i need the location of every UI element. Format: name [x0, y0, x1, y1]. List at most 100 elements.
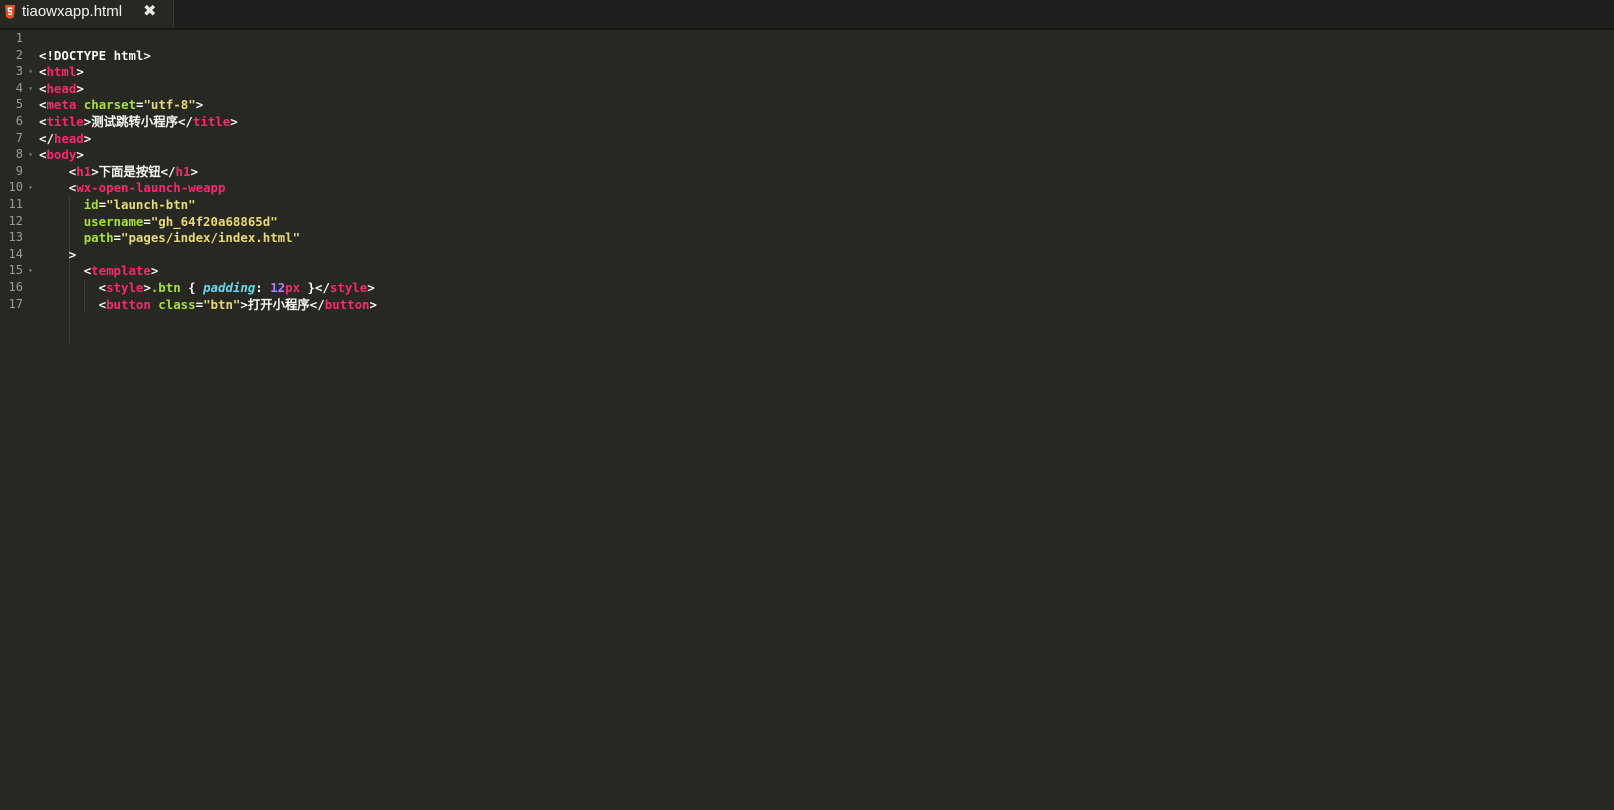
code-token: < [98, 296, 107, 312]
code-token: title [192, 114, 231, 129]
line-number: 16 [8, 280, 23, 294]
code-token: </ [39, 130, 54, 146]
code-line[interactable]: <head> [39, 80, 84, 97]
code-token: "utf-8" [143, 97, 196, 113]
fold-arrow-icon[interactable]: ▾ [26, 80, 35, 97]
line-number: 3 [15, 64, 23, 79]
line-number: 15 [8, 263, 23, 278]
code-token: >打开小程序</ [240, 296, 325, 312]
code-line[interactable]: <html> [39, 63, 84, 80]
line-number: 11 [8, 197, 23, 211]
code-line[interactable]: <!DOCTYPE html> [39, 47, 151, 64]
line-number: 13 [8, 230, 23, 245]
code-token: = [98, 197, 107, 212]
code-token: h1 [76, 163, 92, 179]
code-token: button [324, 296, 370, 312]
line-number: 17 [8, 296, 23, 311]
code-token: : [255, 280, 271, 295]
code-token: > [76, 147, 84, 163]
code-token: class [158, 296, 196, 312]
code-line[interactable]: <button class="btn">打开小程序</button> [99, 296, 377, 313]
code-line[interactable]: <h1>下面是按钮</h1> [69, 163, 198, 180]
code-line[interactable]: <title>测试跳转小程序</title> [39, 113, 238, 130]
code-token: meta [46, 97, 77, 113]
code-token: template [91, 263, 151, 279]
tab-tiaowxapp-html[interactable]: tiaowxapp.html ✖ [0, 0, 174, 28]
code-editor[interactable]: 1 2 3 ▾ 4 ▾ 5 6 7 8 ▾ 9 10 ▾ 11 12 13 14 15 ▾ 16 17 <!DOCTYPE… [0, 30, 1614, 810]
html5-icon [5, 5, 15, 19]
fold-arrow-icon[interactable]: ▾ [26, 146, 35, 163]
line-number: 1 [15, 31, 23, 45]
code-token: 12 [270, 280, 286, 295]
code-token: > [367, 280, 375, 295]
code-token: >下面是按钮</ [91, 163, 176, 179]
code-token: > [230, 114, 238, 129]
code-token: wx-open-launch-weapp [76, 180, 226, 196]
code-token: "btn" [203, 296, 241, 312]
line-number: 4 [15, 80, 23, 95]
fold-arrow-icon[interactable]: ▾ [26, 179, 35, 196]
line-number: 5 [15, 97, 23, 112]
code-token: style [106, 280, 144, 295]
code-token: head [46, 80, 77, 96]
code-token: path [83, 230, 114, 246]
code-token: { [180, 280, 204, 295]
code-token: charset [83, 97, 136, 113]
code-token: < [98, 280, 107, 295]
line-number: 10 [8, 180, 23, 195]
code-token: padding [203, 280, 256, 295]
code-line[interactable]: <body> [39, 146, 84, 163]
code-token: > [68, 246, 77, 262]
line-number: 2 [15, 47, 23, 62]
code-token: .btn [150, 280, 181, 295]
code-line[interactable]: id="launch-btn" [84, 196, 196, 213]
code-token: style [329, 280, 368, 295]
code-line[interactable]: username="gh_64f20a68865d" [84, 213, 278, 230]
code-token: h1 [175, 163, 191, 179]
code-token: > [150, 263, 159, 279]
code-token: button [106, 296, 151, 312]
line-number: 9 [15, 163, 23, 178]
code-token: > [143, 280, 151, 295]
line-number: 12 [8, 213, 23, 228]
line-number: 7 [15, 130, 23, 145]
fold-arrow-icon[interactable]: ▾ [26, 262, 35, 279]
tab-bar: tiaowxapp.html ✖ [0, 0, 1614, 30]
code-token: = [143, 213, 151, 229]
line-number: 14 [8, 246, 23, 261]
code-token: > [83, 130, 92, 146]
code-token: "launch-btn" [106, 197, 196, 212]
code-token: = [195, 296, 204, 312]
line-number: 8 [15, 147, 23, 162]
line-number-gutter: 1 2 3 ▾ 4 ▾ 5 6 7 8 ▾ 9 10 ▾ 11 12 13 14 15 ▾ 16 17 [0, 30, 36, 810]
code-token: > [76, 64, 84, 80]
fold-arrow-icon[interactable]: ▾ [26, 63, 35, 80]
code-line[interactable]: <meta charset="utf-8"> [39, 96, 203, 113]
code-token: = [113, 230, 121, 246]
code-token: > [190, 163, 198, 179]
code-token: }</ [300, 280, 330, 295]
close-icon[interactable]: ✖ [143, 1, 156, 20]
code-line[interactable]: <style>.btn { padding: 12px }</style> [99, 279, 375, 296]
code-token: > [369, 296, 377, 312]
code-token: <!DOCTYPE html> [39, 47, 151, 63]
code-token: title [46, 114, 84, 129]
code-token: > [76, 80, 84, 96]
code-token: html [46, 64, 77, 80]
code-line[interactable]: </head> [39, 130, 91, 147]
code-token: "pages/index/index.html" [121, 230, 301, 246]
line-number: 6 [15, 114, 23, 128]
indent-guide [68, 196, 70, 346]
code-line[interactable]: <template> [84, 262, 159, 279]
code-line[interactable]: path="pages/index/index.html" [84, 229, 300, 246]
code-line[interactable]: <wx-open-launch-weapp [69, 179, 226, 196]
code-token: px [285, 280, 301, 295]
code-token: id [83, 197, 99, 212]
code-token: > [195, 97, 204, 113]
code-token: head [53, 130, 84, 146]
code-token: "gh_64f20a68865d" [150, 213, 278, 229]
code-token: >测试跳转小程序</ [83, 114, 193, 129]
code-line[interactable]: > [69, 246, 76, 263]
code-token: username [83, 213, 144, 229]
